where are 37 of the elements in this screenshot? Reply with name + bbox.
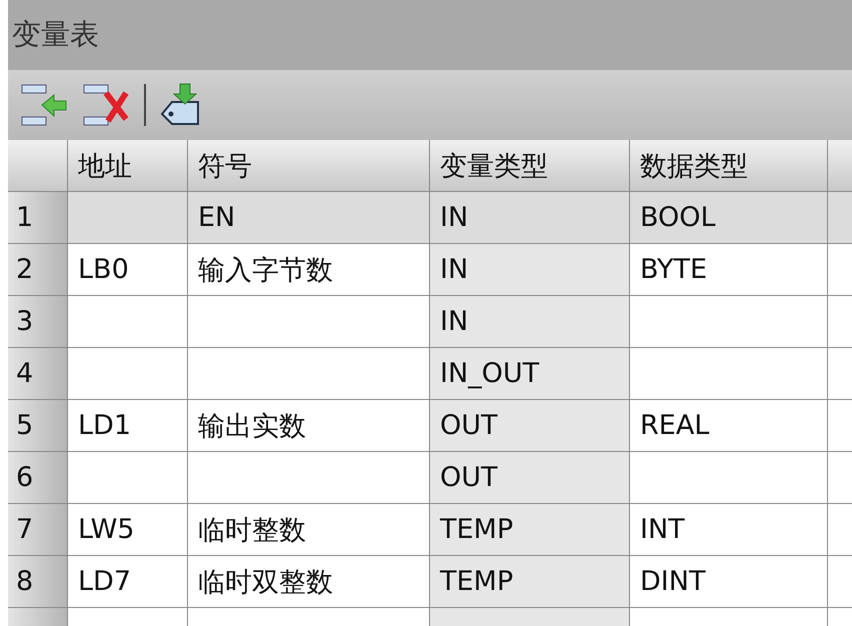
table-cell: REAL (630, 400, 828, 452)
table-cell: TEMP (430, 556, 630, 608)
table-cell: IN_OUT (430, 348, 630, 400)
table-cell: OUT (430, 400, 630, 452)
tag-download-icon[interactable] (158, 82, 202, 128)
table-cell: IN (430, 192, 630, 244)
table-cell: 临时整数 (188, 504, 430, 556)
table-cell: BOOL (630, 192, 828, 244)
row-number: 2 (8, 244, 68, 296)
table-cell: BYTE (630, 244, 828, 296)
table-cell: INT (630, 504, 828, 556)
table-cell: OUT (430, 452, 630, 504)
row-number: 3 (8, 296, 68, 348)
table-cell: LD1 (68, 400, 188, 452)
header-cell (8, 140, 68, 192)
column-header: 数据类型 (630, 140, 828, 192)
table-cell: IN (430, 296, 630, 348)
row-number: 8 (8, 556, 68, 608)
table-cell: LW5 (68, 504, 188, 556)
column-header: 变量类型 (430, 140, 630, 192)
row-number: 1 (8, 192, 68, 244)
row-number: 6 (8, 452, 68, 504)
row-number: 5 (8, 400, 68, 452)
row-number: 7 (8, 504, 68, 556)
table-cell: EN (188, 192, 430, 244)
table-cell: IN (430, 244, 630, 296)
table-cell: LB0 (68, 244, 188, 296)
table-cell: TEMP (430, 504, 630, 556)
table-cell: 输入字节数 (188, 244, 430, 296)
table-cell: 输出实数 (188, 400, 430, 452)
column-header: 地址 (68, 140, 188, 192)
row-number: 4 (8, 348, 68, 400)
column-header: 符号 (188, 140, 430, 192)
table-cell: 临时双整数 (188, 556, 430, 608)
table-cell: DINT (630, 556, 828, 608)
table-cell: LD7 (68, 556, 188, 608)
window-title: 变量表 (12, 16, 99, 53)
